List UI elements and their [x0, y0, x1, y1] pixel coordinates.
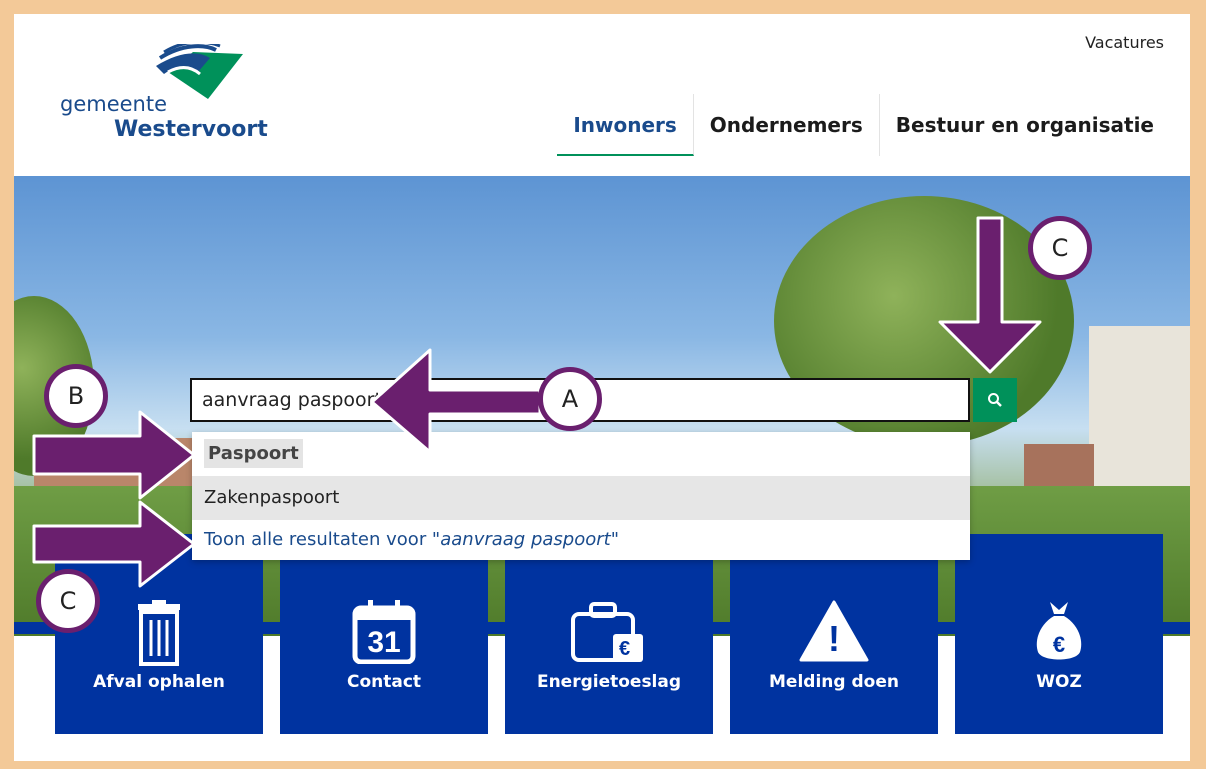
- search-icon: [988, 393, 1002, 407]
- briefcase-euro-icon: [571, 602, 643, 662]
- tile-energietoeslag[interactable]: € Energietoeslag: [505, 534, 713, 734]
- search-suggestions: Paspoort Zakenpaspoort Toon alle resulta…: [192, 432, 970, 560]
- tile-woz[interactable]: € WOZ: [955, 534, 1163, 734]
- show-all-prefix: Toon alle resultaten voor ": [204, 529, 441, 550]
- logo-text-gemeente: gemeente: [60, 92, 168, 116]
- tile-afval-ophalen[interactable]: Afval ophalen: [55, 534, 263, 734]
- page-frame: Vacatures gemeente Westervoort Inwoners …: [14, 14, 1190, 761]
- tile-contact[interactable]: 31 Contact: [280, 534, 488, 734]
- main-nav: Inwoners Ondernemers Bestuur en organisa…: [557, 94, 1170, 156]
- tile-label: Melding doen: [769, 672, 899, 692]
- search-button[interactable]: [973, 378, 1017, 422]
- calendar-day-text: 31: [367, 626, 401, 659]
- nav-ondernemers[interactable]: Ondernemers: [694, 94, 880, 156]
- hero-house: [1089, 326, 1190, 496]
- annotation-marker-c-bottom: C: [36, 569, 100, 633]
- annotation-marker-c-top: C: [1028, 216, 1092, 280]
- woz-euro-text: €: [1052, 632, 1066, 657]
- show-all-results-link[interactable]: Toon alle resultaten voor "aanvraag pasp…: [192, 520, 970, 560]
- municipality-logo[interactable]: gemeente Westervoort: [58, 44, 268, 144]
- vacatures-link[interactable]: Vacatures: [1085, 33, 1164, 52]
- trash-bin-icon: [138, 600, 180, 666]
- tile-label: Contact: [346, 672, 422, 692]
- suggestion-paspoort[interactable]: Paspoort: [192, 432, 970, 476]
- warning-symbol-text: !: [828, 618, 840, 659]
- annotation-marker-b: B: [44, 364, 108, 428]
- tile-label: Afval ophalen: [93, 672, 225, 692]
- show-all-query: aanvraag paspoort: [440, 529, 611, 550]
- nav-bestuur-en-organisatie[interactable]: Bestuur en organisatie: [880, 94, 1170, 156]
- tile-melding-doen[interactable]: ! Melding doen: [730, 534, 938, 734]
- nav-inwoners[interactable]: Inwoners: [557, 94, 694, 156]
- suggestion-zakenpaspoort[interactable]: Zakenpaspoort: [192, 476, 970, 520]
- tile-label: WOZ: [1036, 672, 1082, 692]
- annotation-marker-a: A: [538, 367, 602, 431]
- tile-label: Energietoeslag: [536, 672, 682, 692]
- show-all-suffix: ": [610, 529, 619, 550]
- suggestion-label: Paspoort: [204, 439, 303, 468]
- logo-text-westervoort: Westervoort: [114, 117, 268, 142]
- euro-symbol-text: €: [619, 638, 631, 660]
